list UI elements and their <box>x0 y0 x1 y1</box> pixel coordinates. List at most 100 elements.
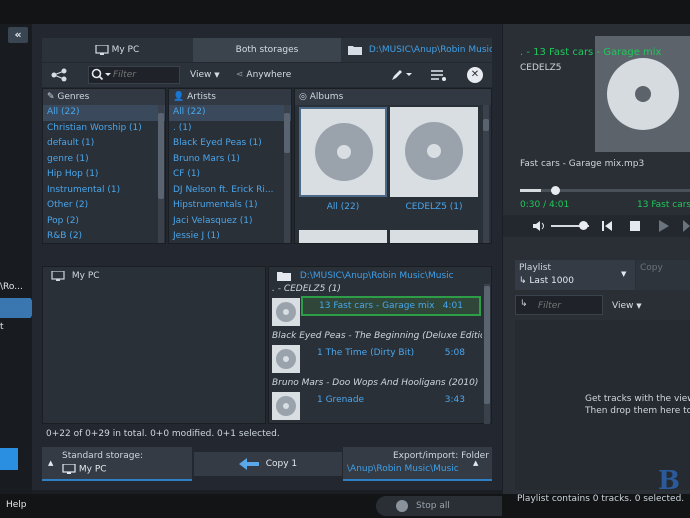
artist-list-item[interactable]: Bruno Mars (1) <box>169 152 291 168</box>
genre-list-item[interactable]: genre (1) <box>43 152 165 168</box>
volume-icon[interactable] <box>533 220 547 232</box>
playback-track-short: 13 Fast cars - <box>637 200 690 210</box>
album-label-cedelz5[interactable]: CEDELZ5 (1) <box>390 202 478 216</box>
genres-header: ✎ Genres <box>43 89 165 105</box>
tag-icon: ✎ <box>47 92 55 102</box>
album-disc-hole <box>427 144 441 158</box>
previous-track-icon[interactable] <box>601 220 613 232</box>
album-tile-all[interactable] <box>299 107 387 197</box>
album-tile-cedelz5[interactable] <box>390 107 478 197</box>
title-bar <box>0 0 690 24</box>
track-cover <box>272 345 300 373</box>
view-dropdown[interactable]: View ▼ <box>190 67 230 83</box>
genres-scroll-thumb[interactable] <box>158 113 164 199</box>
artist-list-item[interactable]: Jessie J (1) <box>169 229 291 245</box>
artist-list-item[interactable]: DJ Nelson ft. Erick Ri... <box>169 183 291 199</box>
collapse-sidebar-button[interactable]: « <box>8 27 28 43</box>
artist-list-item[interactable]: Black Eyed Peas (1) <box>169 136 291 152</box>
genre-list-item[interactable]: Hip Hop (1) <box>43 167 165 183</box>
tab-folder-path-label: D:\MUSIC\Anup\Robin Music <box>368 45 492 55</box>
tab-my-pc-label: My PC <box>111 45 140 55</box>
artist-list-item[interactable]: All (22) <box>169 105 291 121</box>
track-duration: 4:01 <box>442 301 463 311</box>
tab-my-pc[interactable]: My PC <box>42 38 192 62</box>
filter-input[interactable] <box>113 68 177 82</box>
playlist-view-label: View <box>612 301 634 311</box>
albums-scrollbar[interactable] <box>483 105 489 243</box>
sidebar-item-peek-2: t <box>0 322 4 332</box>
now-playing-artist: CEDELZ5 <box>520 63 562 73</box>
artist-list-item[interactable]: Jaci Velasquez (1) <box>169 214 291 230</box>
share-nodes-icon[interactable] <box>50 67 70 83</box>
track-row[interactable]: 1 Grenade 3:43 <box>301 390 481 410</box>
edit-tags-button[interactable] <box>390 67 414 83</box>
export-import-dropdown[interactable]: Export/import: Folder \Anup\Robin Music\… <box>343 447 492 481</box>
tab-folder-path[interactable]: D:\MUSIC\Anup\Robin Music <box>342 38 492 62</box>
track-group-header: . - CEDELZ5 (1) <box>272 284 341 294</box>
now-playing-title: . - 13 Fast cars - Garage mix <box>520 47 662 58</box>
watermark-logo: B <box>658 466 680 496</box>
genre-list-item[interactable]: Other (2) <box>43 198 165 214</box>
artists-scrollbar[interactable] <box>284 105 290 243</box>
artist-list-item[interactable]: . (1) <box>169 121 291 137</box>
playlist-copy-label: Copy <box>640 263 663 273</box>
playlist-view-dropdown[interactable]: View ▼ <box>612 298 652 314</box>
close-icon[interactable]: ✕ <box>467 67 483 83</box>
standard-storage-value-text: My PC <box>78 464 107 475</box>
anywhere-share-button[interactable]: ⋖ Anywhere <box>236 67 306 83</box>
search-icon[interactable] <box>91 68 111 82</box>
copy-button[interactable]: Copy 1 <box>194 452 342 476</box>
playlist-filter-input[interactable] <box>538 299 598 312</box>
track-disc-hole <box>283 403 289 409</box>
genre-list-item[interactable]: Christian Worship (1) <box>43 121 165 137</box>
genres-scrollbar[interactable] <box>158 105 164 243</box>
genre-list-item[interactable]: All (22) <box>43 105 165 121</box>
seek-bar[interactable] <box>520 189 690 192</box>
help-menu[interactable]: Help <box>6 500 46 514</box>
stop-icon[interactable] <box>630 221 640 231</box>
return-arrow-icon: ↳ <box>520 299 528 309</box>
standard-storage-dropdown[interactable]: Standard storage: My PC ▲ <box>42 447 192 481</box>
playback-time: 0:30 / 4:01 <box>520 200 570 210</box>
track-group-header: Black Eyed Peas - The Beginning (Deluxe … <box>272 331 482 341</box>
playlist-add-icon[interactable] <box>430 67 448 83</box>
tab-both-storages[interactable]: Both storages <box>193 38 341 62</box>
album-tile-peek[interactable] <box>390 230 478 243</box>
standard-storage-label: Standard storage: <box>62 451 144 461</box>
tracks-scrollbar[interactable] <box>484 284 490 424</box>
next-track-icon[interactable] <box>683 220 690 232</box>
track-cover <box>272 392 300 420</box>
play-icon[interactable] <box>658 220 670 232</box>
chevron-down-icon: ▼ <box>621 270 627 278</box>
track-row[interactable]: 1 The Time (Dirty Bit) 5:08 <box>301 343 481 363</box>
sidebar-blue-button[interactable] <box>0 448 18 470</box>
genre-list-item[interactable]: default (1) <box>43 136 165 152</box>
genres-list: All (22) Christian Worship (1) default (1)… <box>43 105 165 245</box>
album-tile-peek[interactable] <box>299 230 387 243</box>
albums-header: ◎ Albums <box>295 89 491 105</box>
track-row[interactable]: 13 Fast cars - Garage mix 4:01 <box>301 296 481 316</box>
chevron-up-icon: ▲ <box>48 459 54 467</box>
volume-handle[interactable] <box>579 221 588 230</box>
artists-scroll-thumb[interactable] <box>284 113 290 153</box>
genre-list-item[interactable]: Instrumental (1) <box>43 183 165 199</box>
playlist-dropdown[interactable]: Playlist ↳ Last 1000 ▼ <box>515 260 635 290</box>
tracks-scroll-thumb[interactable] <box>484 286 490 404</box>
playlist-copy-button[interactable]: Copy <box>636 260 690 290</box>
albums-scroll-thumb[interactable] <box>483 119 489 131</box>
artist-list-item[interactable]: Hipstrumentals (1) <box>169 198 291 214</box>
artist-list-item[interactable]: CF (1) <box>169 167 291 183</box>
export-import-value-text: \Anup\Robin Music\Music <box>347 464 459 474</box>
sidebar-item-peek[interactable]: \Ro... <box>0 277 32 297</box>
playlist-label: Playlist <box>519 263 551 273</box>
genre-list-item[interactable]: R&B (2) <box>43 229 165 245</box>
tracks-path: D:\MUSIC\Anup\Robin Music\Music <box>299 271 454 281</box>
share-icon: ⋖ <box>236 70 244 80</box>
monitor-icon <box>62 464 76 474</box>
copy-label: Copy 1 <box>265 459 298 469</box>
genre-list-item[interactable]: Pop (2) <box>43 214 165 230</box>
seek-handle[interactable] <box>551 186 560 195</box>
album-label-all[interactable]: All (22) <box>299 202 387 216</box>
stop-all-button[interactable]: Stop all <box>376 496 502 516</box>
monitor-icon <box>51 270 65 281</box>
